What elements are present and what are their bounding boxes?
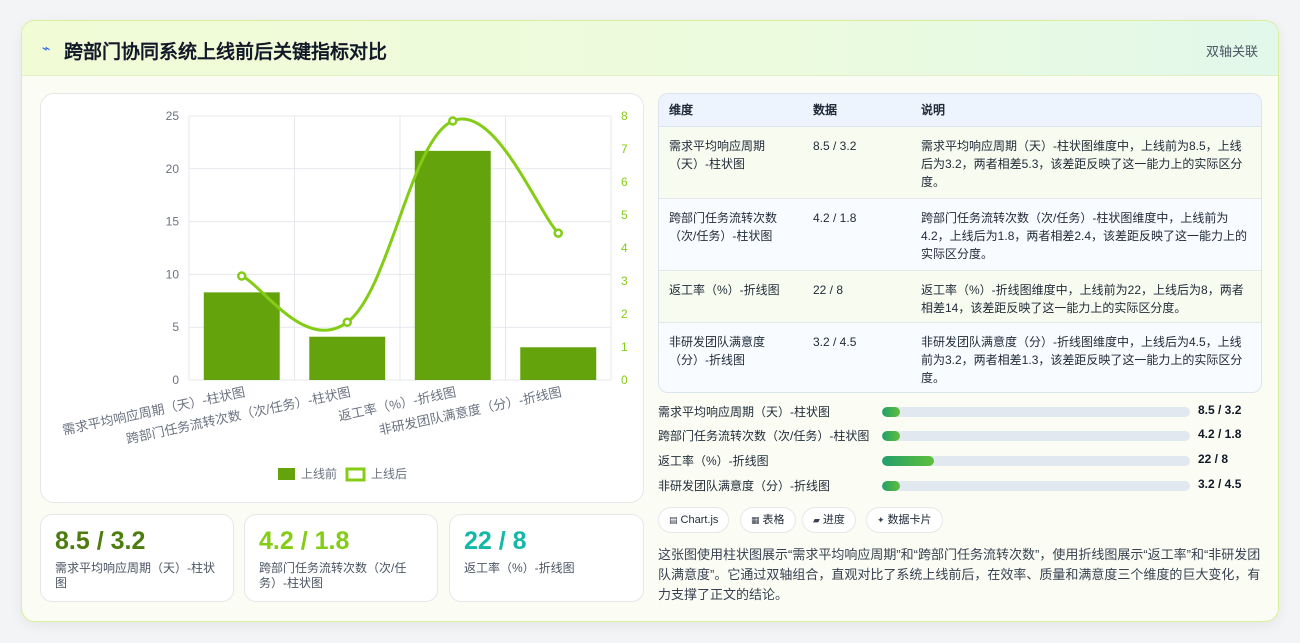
cell-data: 22 / 8 (803, 270, 911, 323)
progress-row-rework-rate: 返工率（%）-折线图 22 / 8 (658, 452, 1262, 470)
kpi-value: 8.5 / 3.2 (55, 527, 146, 555)
cell-dimension: 需求平均响应周期（天）-柱状图 (659, 126, 803, 199)
table-header-data: 数据 (803, 94, 911, 127)
progress-track (882, 481, 1190, 491)
chip-label: 数据卡片 (887, 514, 932, 526)
legend-swatch-after (345, 467, 366, 482)
progress-row-task-transfer: 跨部门任务流转次数（次/任务）-柱状图 4.2 / 1.8 (658, 427, 1262, 445)
cell-dimension: 跨部门任务流转次数（次/任务）-柱状图 (659, 198, 803, 271)
line-point-after (553, 228, 563, 238)
chip-chartjs[interactable]: ▤ Chart.js (658, 507, 730, 533)
kpi-card-rework-rate: 22 / 8 返工率（%）-折线图 (449, 514, 644, 602)
progress-row-response-cycle: 需求平均响应周期（天）-柱状图 8.5 / 3.2 (658, 403, 1262, 421)
progress-value: 4.2 / 1.8 (1198, 427, 1242, 441)
kpi-label: 返工率（%）-折线图 (464, 561, 575, 575)
progress-fill (882, 481, 901, 491)
table-header-description: 说明 (911, 94, 1261, 127)
table-row: 非研发团队满意度（分）-折线图 3.2 / 4.5 非研发团队满意度（分）-折线… (659, 322, 1261, 392)
table-icon: ▦ (751, 515, 760, 525)
cell-description: 返工率（%）-折线图维度中，上线前为22，上线后为8，两者相差14，该差距反映了… (911, 270, 1261, 323)
cell-description: 非研发团队满意度（分）-折线图维度中，上线后为4.5，上线前为3.2，两者相差1… (911, 322, 1261, 392)
cell-dimension: 非研发团队满意度（分）-折线图 (659, 322, 803, 392)
legend-label-before: 上线前 (301, 466, 337, 481)
bar-before (414, 150, 491, 380)
kpi-label: 需求平均响应周期（天）-柱状图 (55, 561, 215, 590)
table-header-dimension: 维度 (659, 94, 803, 127)
progress-track (882, 407, 1190, 417)
dual-axis-badge: 双轴关联 (1205, 44, 1258, 59)
cell-data: 8.5 / 3.2 (803, 126, 911, 199)
left-axis-tick-label: 25 (166, 109, 180, 123)
chip-progress[interactable]: ▰ 进度 (802, 507, 856, 533)
progress-icon: ▰ (813, 515, 820, 525)
chip-label: Chart.js (680, 514, 719, 526)
progress-fill (882, 431, 901, 441)
line-point-after (342, 317, 352, 327)
left-axis-tick-label: 15 (166, 215, 180, 229)
chip-table[interactable]: ▦ 表格 (740, 507, 796, 533)
left-axis-tick-label: 0 (172, 373, 179, 387)
card-icon: ✦ (877, 515, 885, 525)
chip-label: 进度 (822, 514, 845, 526)
right-axis-tick-label: 6 (621, 175, 628, 189)
progress-label: 跨部门任务流转次数（次/任务）-柱状图 (658, 429, 870, 443)
cell-description: 跨部门任务流转次数（次/任务）-柱状图维度中，上线前为4.2，上线后为1.8，两… (911, 198, 1261, 271)
progress-value: 22 / 8 (1198, 452, 1229, 466)
table-row: 返工率（%）-折线图 22 / 8 返工率（%）-折线图维度中，上线前为22，上… (659, 270, 1261, 323)
line-point-after (448, 116, 458, 126)
left-axis-tick-label: 10 (166, 267, 180, 281)
dual-axis-chart: 0510152025012345678需求平均响应周期（天）-柱状图跨部门任务流… (61, 109, 628, 482)
bar-before (309, 336, 386, 380)
right-axis-tick-label: 7 (621, 142, 628, 156)
left-axis-tick-label: 20 (166, 162, 180, 176)
page-title: 跨部门协同系统上线前后关键指标对比 (64, 42, 388, 63)
right-axis-tick-label: 4 (621, 241, 628, 255)
kpi-label: 跨部门任务流转次数（次/任务）-柱状图 (259, 561, 407, 590)
cell-data: 3.2 / 4.5 (803, 322, 911, 392)
chip-label: 表格 (762, 514, 785, 526)
kpi-value: 4.2 / 1.8 (259, 527, 350, 555)
chart-line-icon: ⌁ (42, 40, 51, 56)
chart-icon: ▤ (669, 515, 678, 525)
progress-fill (882, 407, 901, 417)
summary-text: 这张图使用柱状图展示“需求平均响应周期”和“跨部门任务流转次数”，使用折线图展示… (658, 547, 1261, 602)
right-axis-tick-label: 8 (621, 109, 628, 123)
main-card: ⌁ 跨部门协同系统上线前后关键指标对比 双轴关联 0 5 10 15 20 25 0 1 2 3 4… (21, 20, 1279, 622)
table-row: 需求平均响应周期（天）-柱状图 8.5 / 3.2 需求平均响应周期（天）-柱状… (659, 126, 1261, 199)
left-axis-tick-label: 5 (172, 320, 179, 334)
right-axis-tick-label: 1 (621, 340, 628, 354)
progress-label: 需求平均响应周期（天）-柱状图 (658, 405, 830, 419)
progress-value: 3.2 / 4.5 (1198, 477, 1242, 491)
kpi-card-task-transfer: 4.2 / 1.8 跨部门任务流转次数（次/任务）-柱状图 (244, 514, 438, 602)
line-point-after (237, 271, 247, 281)
bar-before (520, 347, 597, 380)
cell-dimension: 返工率（%）-折线图 (659, 270, 803, 323)
cell-description: 需求平均响应周期（天）-柱状图维度中，上线前为8.5，上线后为3.2，两者相差5… (911, 126, 1261, 199)
progress-label: 返工率（%）-折线图 (658, 454, 769, 468)
progress-value: 8.5 / 3.2 (1198, 403, 1242, 417)
x-axis-category-label: 非研发团队满意度（分）-折线图 (377, 384, 562, 437)
progress-label: 非研发团队满意度（分）-折线图 (658, 479, 830, 493)
card-header: ⌁ 跨部门协同系统上线前后关键指标对比 双轴关联 (22, 21, 1278, 76)
legend-label-after: 上线后 (371, 467, 407, 481)
progress-track (882, 431, 1190, 441)
progress-row-satisfaction: 非研发团队满意度（分）-折线图 3.2 / 4.5 (658, 477, 1262, 495)
chip-data-card[interactable]: ✦ 数据卡片 (866, 507, 943, 533)
kpi-card-response-cycle: 8.5 / 3.2 需求平均响应周期（天）-柱状图 (40, 514, 234, 602)
chart-panel: 0 5 10 15 20 25 0 1 2 3 4 5 6 7 8 需求平均响应周期（天）-柱状图 跨部门任务流… (40, 93, 644, 503)
progress-track (882, 456, 1190, 466)
kpi-value: 22 / 8 (464, 527, 527, 555)
right-axis-tick-label: 5 (621, 208, 628, 222)
metrics-table: 维度 数据 说明 需求平均响应周期（天）-柱状图 8.5 / 3.2 需求平均响… (658, 93, 1262, 393)
bar-before (203, 292, 280, 380)
right-axis-tick-label: 0 (621, 373, 628, 387)
cell-data: 4.2 / 1.8 (803, 198, 911, 271)
right-axis-tick-label: 3 (621, 274, 628, 288)
right-axis-tick-label: 2 (621, 307, 628, 321)
table-row: 跨部门任务流转次数（次/任务）-柱状图 4.2 / 1.8 跨部门任务流转次数（… (659, 198, 1261, 271)
progress-fill (882, 456, 935, 466)
legend-swatch-before (278, 468, 295, 480)
